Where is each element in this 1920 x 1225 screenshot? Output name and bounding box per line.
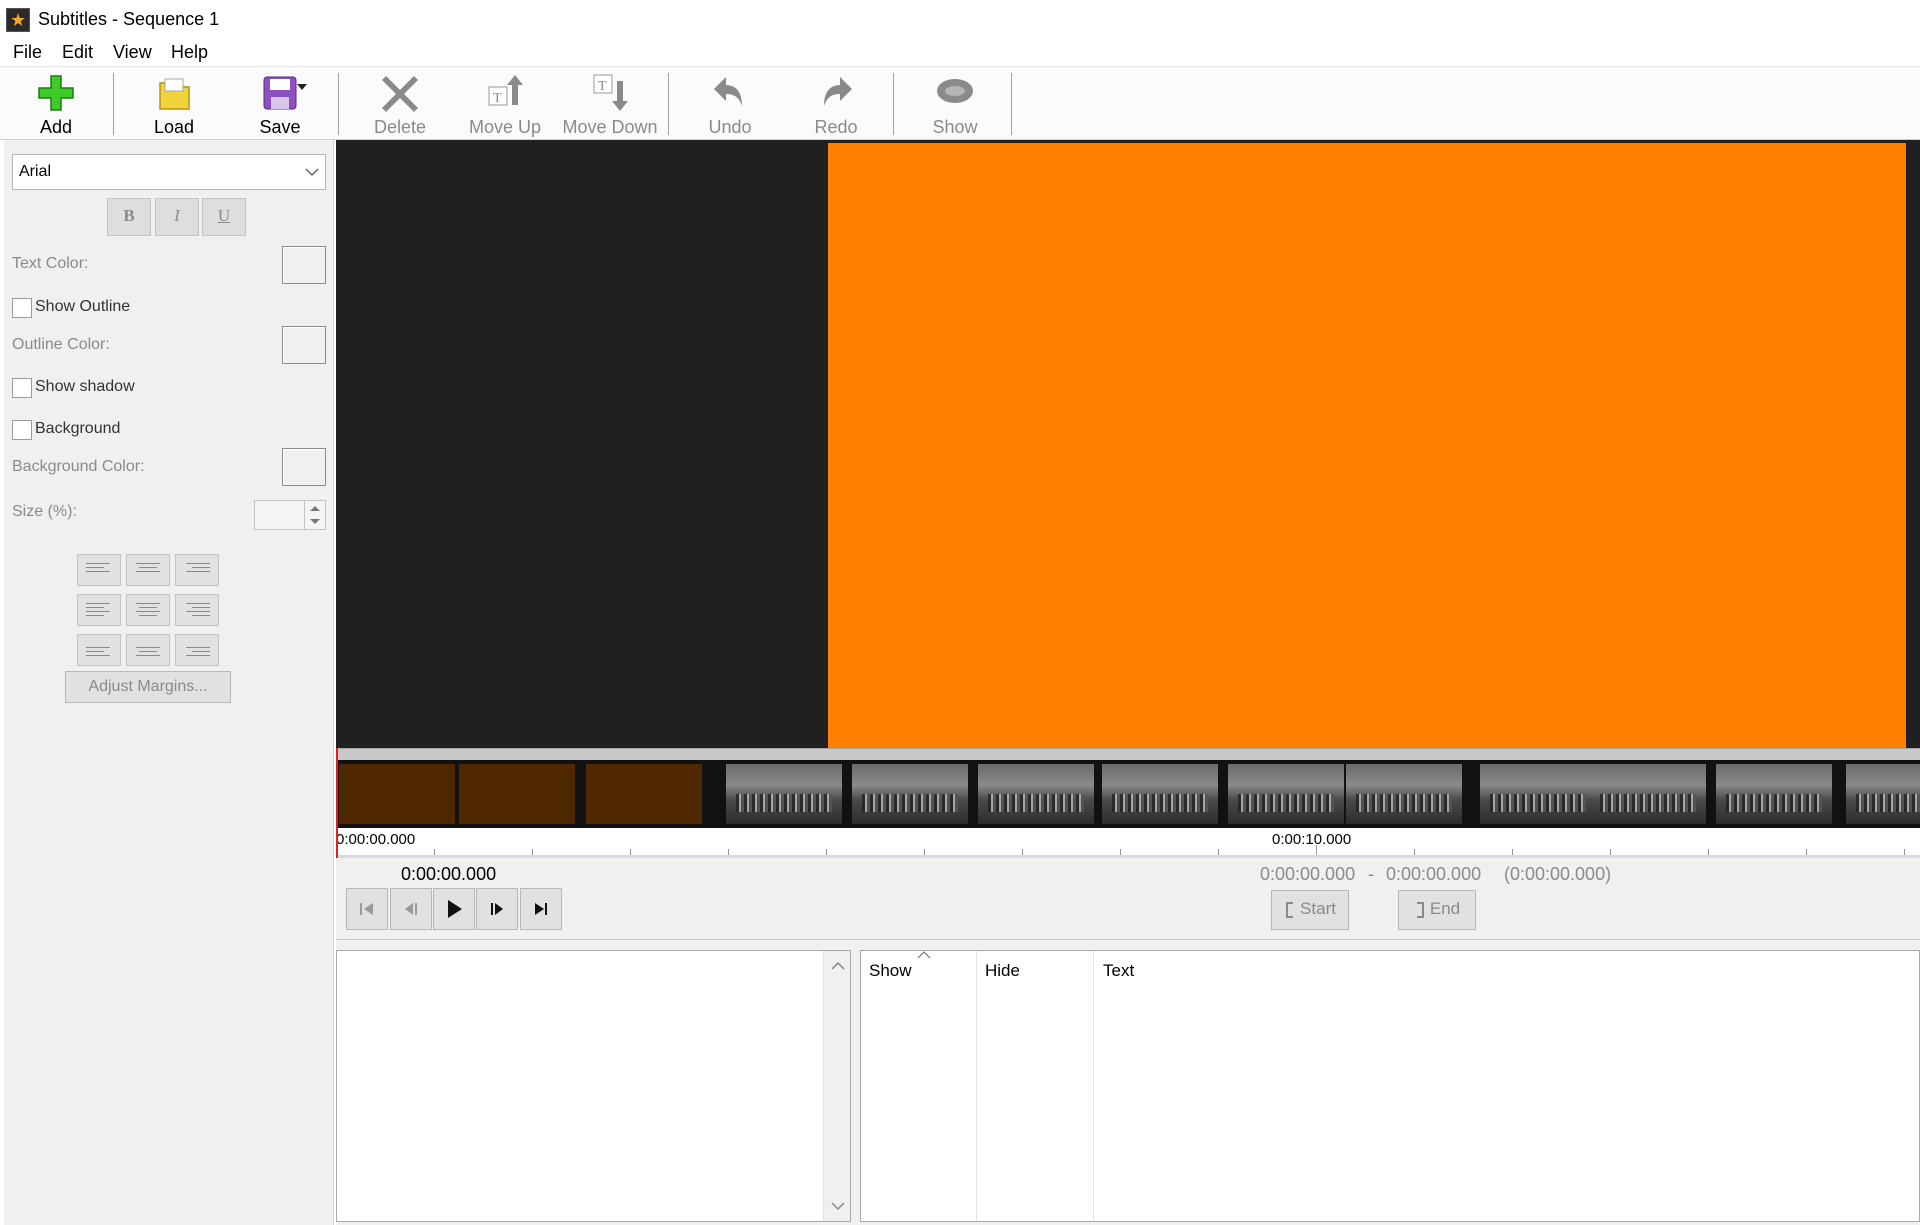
play-icon xyxy=(448,900,462,918)
play-button[interactable] xyxy=(433,888,475,930)
show-outline-checkbox[interactable] xyxy=(12,298,32,318)
load-button[interactable]: Load xyxy=(136,71,212,137)
bracket-right-icon xyxy=(1416,901,1424,918)
scroll-down-icon[interactable] xyxy=(831,1201,845,1211)
outline-color-swatch[interactable] xyxy=(282,326,326,364)
folder-icon xyxy=(159,78,190,110)
column-header-hide[interactable]: Hide xyxy=(985,961,1020,981)
transport-bar: 0:00:00.000 0:00:00.000 - 0:00:00.000 (0… xyxy=(336,858,1920,940)
menu-view[interactable]: View xyxy=(113,42,152,63)
range-end-time: 0:00:00.000 xyxy=(1386,864,1482,884)
mark-start-button[interactable]: Start xyxy=(1271,890,1349,930)
show-shadow-checkbox[interactable] xyxy=(12,378,32,398)
delete-button[interactable]: Delete xyxy=(360,71,440,137)
show-button[interactable]: Show xyxy=(916,71,994,137)
timeline-scrollbar[interactable] xyxy=(336,748,1920,760)
move-down-button[interactable]: T Move Down xyxy=(562,71,658,137)
mark-end-button[interactable]: End xyxy=(1398,890,1476,930)
menu-edit[interactable]: Edit xyxy=(62,42,93,63)
ruler-mid-label: 0:00:10.000 xyxy=(1272,831,1352,848)
undo-button[interactable]: Undo xyxy=(690,71,770,137)
toolbar: Add Load Save Delete T Move Up T Move Do… xyxy=(0,66,1920,140)
subtitle-text-editor[interactable] xyxy=(336,950,851,1222)
video-frame xyxy=(828,143,1906,748)
save-button[interactable]: Save xyxy=(242,71,318,137)
italic-button[interactable]: I xyxy=(155,198,199,236)
timeline-thumbnails[interactable] xyxy=(336,760,1920,828)
align-bottom-right-button[interactable] xyxy=(175,634,219,666)
align-middle-left-button[interactable] xyxy=(77,594,121,626)
outline-color-label: Outline Color: xyxy=(12,336,110,353)
align-middle-center-button[interactable] xyxy=(126,594,170,626)
bracket-left-icon xyxy=(1286,901,1294,918)
time-ruler[interactable]: 0:00:00.000 0:00:10.000 xyxy=(336,828,1920,858)
menu-help[interactable]: Help xyxy=(171,42,208,63)
background-color-swatch[interactable] xyxy=(282,448,326,486)
move-down-icon: T xyxy=(593,74,628,111)
underline-button[interactable]: U xyxy=(202,198,246,236)
chevron-down-icon xyxy=(305,168,319,177)
bold-button[interactable]: B xyxy=(107,198,151,236)
column-header-text[interactable]: Text xyxy=(1103,961,1134,981)
floppy-disk-icon xyxy=(263,76,297,110)
stepper-up-icon[interactable] xyxy=(309,504,321,512)
align-top-right-button[interactable] xyxy=(175,554,219,586)
go-to-end-button[interactable] xyxy=(520,888,562,930)
app-icon: ★ xyxy=(6,8,30,32)
skip-start-icon xyxy=(360,903,373,915)
range-separator: - xyxy=(1368,864,1374,884)
align-middle-right-button[interactable] xyxy=(175,594,219,626)
stepper-down-icon[interactable] xyxy=(309,518,321,526)
window-title: Subtitles - Sequence 1 xyxy=(38,9,220,29)
ruler-start-label: 0:00:00.000 xyxy=(336,831,416,848)
add-button[interactable]: Add xyxy=(18,71,94,137)
font-select[interactable]: Arial xyxy=(12,154,326,190)
scroll-up-icon[interactable] xyxy=(831,961,845,971)
step-back-button[interactable] xyxy=(390,888,432,930)
redo-icon xyxy=(824,77,852,106)
style-panel: Arial B I U Text Color: Show Outline Out… xyxy=(4,140,334,1225)
playhead[interactable] xyxy=(336,748,338,858)
show-shadow-label: Show shadow xyxy=(35,378,135,395)
current-time: 0:00:00.000 xyxy=(401,864,497,884)
menu-file[interactable]: File xyxy=(13,42,42,63)
step-forward-icon xyxy=(491,903,503,915)
show-outline-label: Show Outline xyxy=(35,298,131,315)
menu-bar: File Edit View Help xyxy=(0,40,1920,66)
step-back-icon xyxy=(405,903,417,915)
go-to-start-button[interactable] xyxy=(346,888,388,930)
background-checkbox[interactable] xyxy=(12,420,32,440)
title-bar: ★ Subtitles - Sequence 1 xyxy=(0,0,1920,40)
adjust-margins-button[interactable]: Adjust Margins... xyxy=(65,671,231,703)
text-editor-scrollbar[interactable] xyxy=(823,951,850,1221)
background-color-label: Background Color: xyxy=(12,458,145,475)
sort-ascending-icon xyxy=(917,951,931,959)
subtitle-list[interactable]: Show Hide Text xyxy=(860,950,1920,1222)
step-forward-button[interactable] xyxy=(476,888,518,930)
plus-icon xyxy=(38,75,74,111)
save-dropdown-arrow-icon[interactable] xyxy=(296,83,308,91)
align-bottom-left-button[interactable] xyxy=(77,634,121,666)
svg-text:T: T xyxy=(493,91,502,106)
column-header-show[interactable]: Show xyxy=(869,961,912,981)
size-stepper[interactable] xyxy=(254,500,326,530)
range-duration: (0:00:00.000) xyxy=(1504,864,1612,884)
align-bottom-center-button[interactable] xyxy=(126,634,170,666)
text-color-label: Text Color: xyxy=(12,255,89,272)
background-label: Background xyxy=(35,420,121,437)
range-start-time: 0:00:00.000 xyxy=(1260,864,1356,884)
move-up-icon: T xyxy=(488,75,523,106)
delete-x-icon xyxy=(382,76,418,112)
eye-icon xyxy=(937,79,973,103)
svg-text:T: T xyxy=(598,79,607,94)
size-label: Size (%): xyxy=(12,503,77,520)
move-up-button[interactable]: T Move Up xyxy=(464,71,546,137)
undo-icon xyxy=(714,77,742,106)
align-top-left-button[interactable] xyxy=(77,554,121,586)
align-top-center-button[interactable] xyxy=(126,554,170,586)
skip-end-icon xyxy=(535,903,547,915)
text-color-swatch[interactable] xyxy=(282,246,326,284)
redo-button[interactable]: Redo xyxy=(796,71,876,137)
